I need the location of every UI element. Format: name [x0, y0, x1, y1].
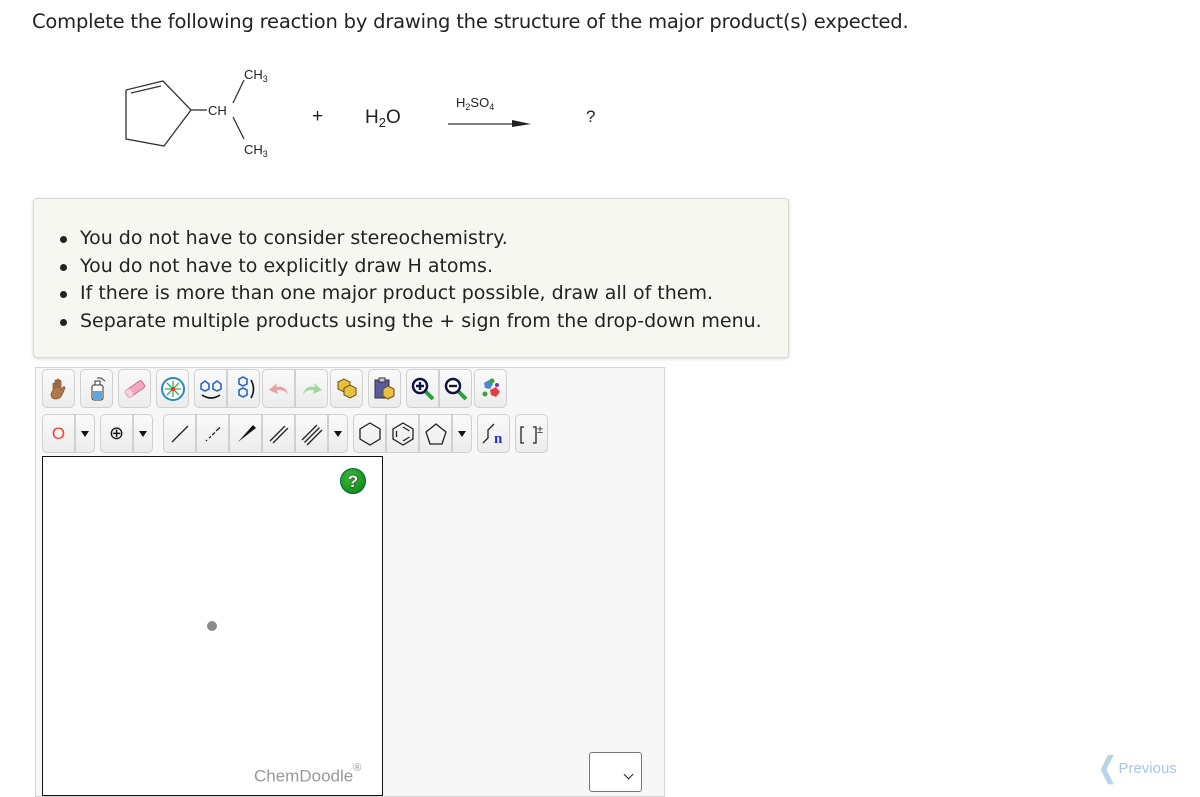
repeat-unit-button[interactable]: n — [477, 414, 510, 453]
instructions-box: You do not have to consider stereochemis… — [33, 198, 789, 358]
double-bond-button[interactable] — [262, 414, 295, 453]
copy-icon — [337, 377, 356, 399]
benzene-icon — [391, 421, 414, 446]
ch3-bottom-label: CH3 — [244, 142, 268, 159]
atom-label: O — [51, 423, 66, 443]
atom-dropdown-button[interactable] — [75, 414, 95, 453]
eraser-icon — [124, 379, 145, 398]
zoom-in-icon — [411, 377, 434, 400]
eraser-button[interactable] — [118, 369, 151, 408]
hand-tool-button[interactable] — [42, 369, 75, 408]
previous-button[interactable]: ❮ Previous — [1098, 751, 1200, 784]
charge-button[interactable]: ⊕ — [100, 414, 133, 453]
reagent-label: H2SO4 — [456, 95, 495, 112]
triple-bond-button[interactable] — [295, 414, 328, 453]
double-bond-icon — [269, 425, 288, 443]
instruction-item: You do not have to explicitly draw H ato… — [60, 253, 762, 281]
wedge-bond-button[interactable] — [229, 414, 262, 453]
flip-vertical-button[interactable] — [227, 369, 260, 408]
triangle-down-icon — [334, 430, 342, 437]
product-separator-select[interactable] — [589, 752, 642, 792]
flip-vertical-icon — [237, 375, 254, 398]
product-placeholder: ? — [586, 107, 596, 126]
ch-label: CH — [208, 103, 227, 118]
cyclopentane-button[interactable] — [419, 414, 452, 453]
svg-text:n: n — [494, 431, 503, 447]
zoom-in-button[interactable] — [406, 369, 439, 408]
toolbar-row-2: O ⊕ n ± — [42, 414, 551, 453]
clean-structure-icon — [482, 378, 500, 397]
hand-icon — [50, 378, 65, 399]
chevron-left-icon: ❮ — [1098, 751, 1117, 784]
triangle-down-icon — [139, 430, 147, 437]
redo-icon — [302, 382, 322, 395]
ring-dropdown-button[interactable] — [452, 414, 472, 453]
repeat-unit-icon: n — [482, 423, 503, 447]
redo-button[interactable] — [295, 369, 328, 408]
clear-button[interactable] — [80, 369, 113, 408]
cyclohexane-button[interactable] — [353, 414, 386, 453]
instruction-item: You do not have to consider stereochemis… — [60, 225, 762, 253]
paste-icon — [374, 377, 394, 400]
svg-text:±: ± — [537, 424, 543, 436]
toolbar-row-1 — [42, 369, 510, 408]
center-icon — [160, 376, 185, 401]
instruction-item: Separate multiple products using the + s… — [60, 308, 762, 336]
cyclohexane-icon — [358, 421, 381, 446]
previous-label: Previous — [1118, 759, 1177, 777]
plus-sign: + — [312, 106, 324, 127]
question-title: Complete the following reaction by drawi… — [32, 10, 909, 33]
copy-button[interactable] — [330, 369, 363, 408]
ch3-top-label: CH3 — [244, 67, 268, 84]
charge-plus-icon: ⊕ — [108, 423, 125, 444]
triangle-down-icon — [81, 430, 89, 437]
bracket-charge-icon: ± — [519, 424, 543, 444]
instruction-item: If there is more than one major product … — [60, 280, 762, 308]
help-button[interactable]: ? — [340, 468, 366, 494]
wash-bottle-icon — [91, 377, 105, 400]
single-bond-button[interactable] — [163, 414, 196, 453]
dashed-bond-button[interactable] — [196, 414, 229, 453]
bond-dropdown-button[interactable] — [328, 414, 348, 453]
undo-button[interactable] — [262, 369, 295, 408]
paste-button[interactable] — [368, 369, 401, 408]
benzene-button[interactable] — [386, 414, 419, 453]
flip-horizontal-icon — [199, 379, 222, 399]
chevron-down-icon — [623, 769, 634, 780]
instructions-list: You do not have to consider stereochemis… — [60, 225, 762, 336]
reaction-scheme: CH CH3 CH3 + H2O H2SO4 ? — [0, 55, 700, 180]
wedge-bond-icon — [237, 424, 256, 442]
canvas-center-marker — [207, 621, 217, 631]
water-formula: H2O — [365, 107, 401, 130]
undo-icon — [268, 382, 288, 395]
triangle-down-icon — [458, 430, 466, 437]
bracket-charge-button[interactable]: ± — [515, 414, 548, 453]
center-button[interactable] — [156, 369, 189, 408]
clean-button[interactable] — [474, 369, 507, 408]
triple-bond-icon — [301, 424, 322, 445]
single-bond-icon — [171, 425, 188, 442]
flip-horizontal-button[interactable] — [194, 369, 227, 408]
charge-dropdown-button[interactable] — [133, 414, 153, 453]
dashed-bond-icon — [205, 426, 220, 441]
cyclopentane-icon — [424, 422, 447, 445]
zoom-out-icon — [444, 377, 467, 400]
zoom-out-button[interactable] — [439, 369, 472, 408]
atom-label-button[interactable]: O — [42, 414, 75, 453]
